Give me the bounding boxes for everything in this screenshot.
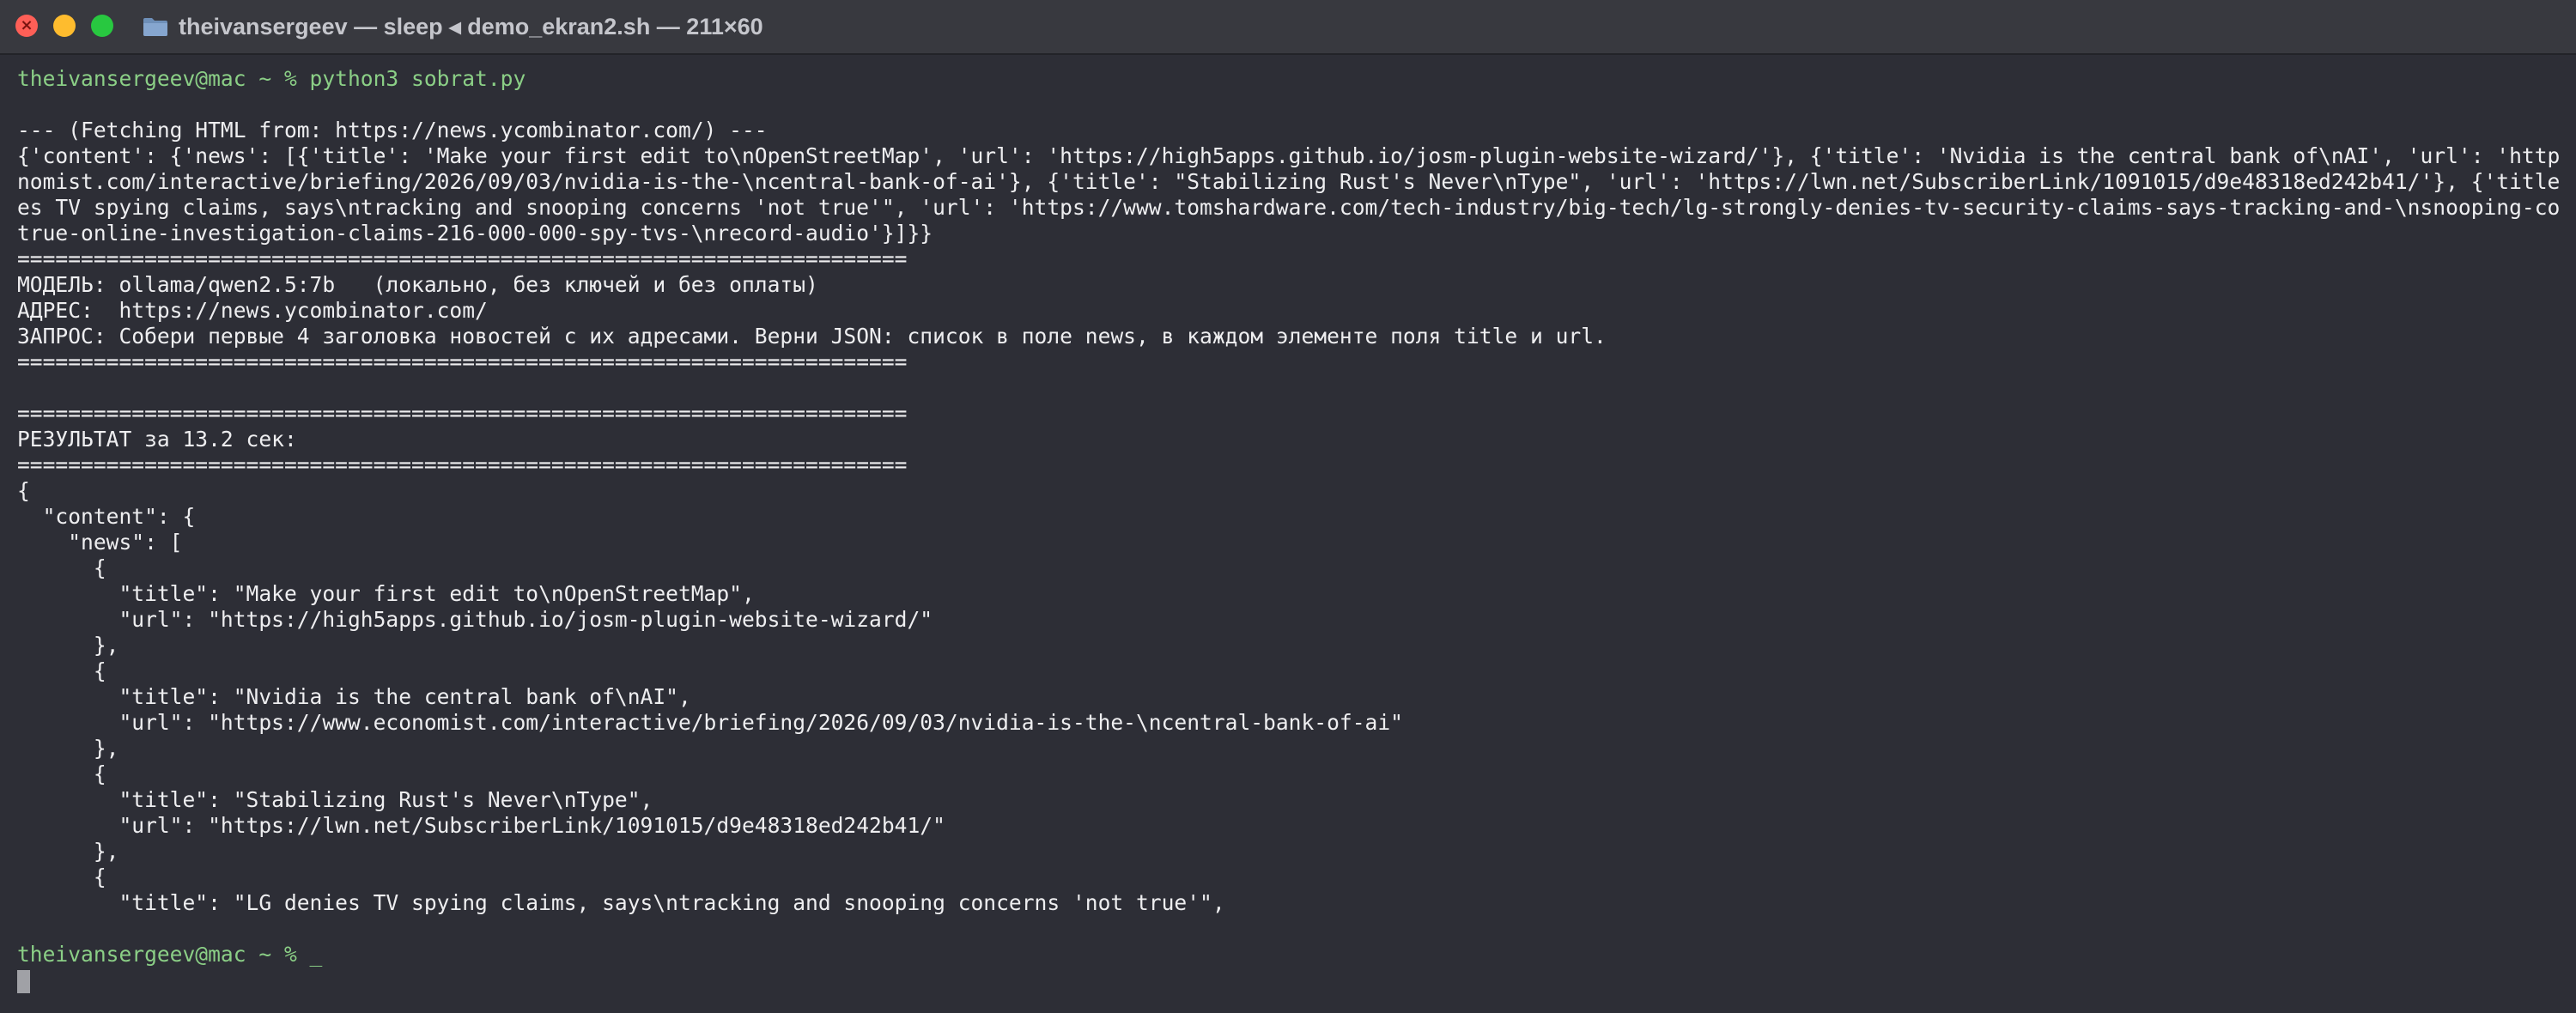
terminal-output[interactable]: theivansergeev@mac ~ % python3 sobrat.py… — [17, 66, 2559, 1002]
output-line: "title": "Nvidia is the central bank of\… — [17, 684, 691, 709]
output-line: }, — [17, 839, 119, 864]
title-bar[interactable]: × theivansergeev — sleep ◂ demo_ekran2.s… — [0, 0, 2576, 55]
output-line: }, — [17, 633, 119, 658]
output-line: es TV spying claims, says\ntracking and … — [17, 195, 2559, 220]
output-line: "title": "Stabilizing Rust's Never\nType… — [17, 787, 653, 812]
command-line: theivansergeev@mac ~ % python3 sobrat.py — [17, 66, 526, 91]
close-icon: × — [20, 16, 33, 34]
output-line: { — [17, 864, 106, 889]
output-line: "url": "https://high5apps.github.io/josm… — [17, 607, 933, 632]
window-title: theivansergeev — sleep ◂ demo_ekran2.sh … — [179, 13, 763, 39]
output-line: true-online-investigation-claims-216-000… — [17, 221, 933, 246]
output-line: РЕЗУЛЬТАТ за 13.2 сек: — [17, 427, 297, 452]
minimize-button[interactable] — [53, 15, 76, 37]
text-cursor — [17, 970, 30, 993]
window-title-group: theivansergeev — sleep ◂ demo_ekran2.sh … — [143, 0, 763, 53]
output-line: ========================================… — [17, 349, 908, 374]
folder-icon — [143, 18, 167, 36]
shell-prompt[interactable]: theivansergeev@mac ~ % _ — [17, 942, 2559, 968]
output-line: {'content': {'news': [{'title': 'Make yo… — [17, 143, 2559, 168]
output-line: { — [17, 555, 106, 580]
output-line: ЗАПРОС: Собери первые 4 заголовка новост… — [17, 324, 1607, 349]
terminal-window: × theivansergeev — sleep ◂ demo_ekran2.s… — [0, 0, 2576, 1013]
output-line: ========================================… — [17, 246, 908, 271]
output-line: --- (Fetching HTML from: https://news.yc… — [17, 118, 768, 143]
output-line: ========================================… — [17, 401, 908, 426]
output-line: АДРЕС: https://news.ycombinator.com/ — [17, 298, 488, 323]
output-line: "title": "Make your first edit to\nOpenS… — [17, 581, 755, 606]
close-button[interactable]: × — [15, 15, 38, 37]
output-line: "title": "LG denies TV spying claims, sa… — [17, 890, 1225, 915]
output-line: "news": [ — [17, 530, 183, 555]
output-line: ========================================… — [17, 452, 908, 477]
output-line: { — [17, 658, 106, 683]
output-line: { — [17, 478, 30, 503]
cursor-line — [17, 968, 2559, 993]
output-line: "url": "https://lwn.net/SubscriberLink/1… — [17, 813, 945, 838]
output-line: nomist.com/interactive/briefing/2026/09/… — [17, 169, 2559, 194]
output-line: { — [17, 761, 106, 786]
output-line: "url": "https://www.economist.com/intera… — [17, 710, 1403, 735]
output-line: МОДЕЛЬ: ollama/qwen2.5:7b (локально, без… — [17, 272, 818, 297]
output-line: "content": { — [17, 504, 196, 529]
zoom-button[interactable] — [91, 15, 113, 37]
output-line: }, — [17, 736, 119, 761]
